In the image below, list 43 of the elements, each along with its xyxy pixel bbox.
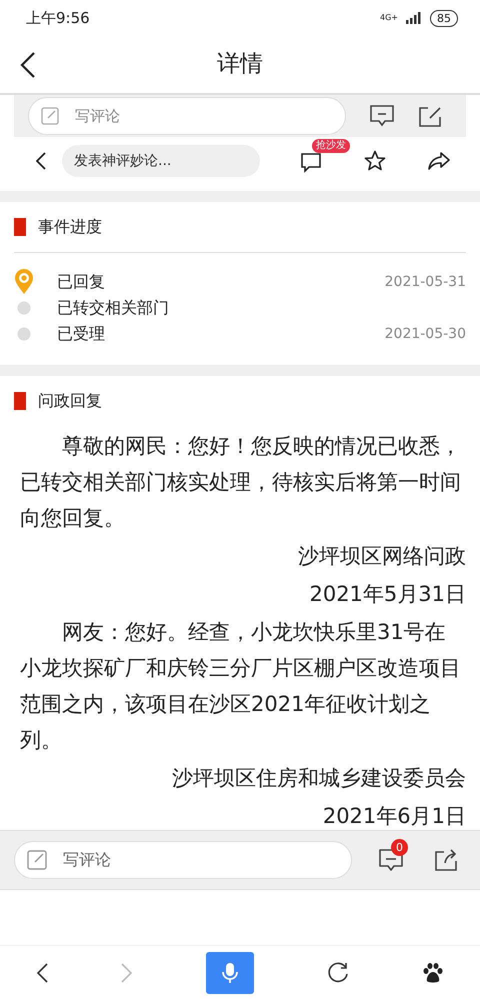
share-icon[interactable] (434, 848, 458, 872)
comment-field[interactable]: 写评论 (14, 841, 352, 879)
chevron-right-icon (121, 963, 134, 984)
reply-signature: 沙坪坝区网络问政 (297, 543, 467, 570)
reply-paragraph: 尊敬的网民：您好！您反映的情况已收悉，已转交相关部门核实处理，待核实后将第一时间向您回复。 (19, 433, 462, 532)
reply-signature: 2021年6月1日 (322, 803, 467, 830)
comment-placeholder: 写评论 (63, 849, 111, 871)
star-icon[interactable] (364, 150, 386, 172)
browser-back-button[interactable] (36, 960, 48, 984)
step-label: 已回复 (57, 271, 105, 293)
page-title: 详情 (217, 50, 263, 80)
section-marker (14, 218, 26, 236)
refresh-icon[interactable] (326, 962, 349, 984)
share-icon[interactable] (418, 104, 442, 128)
section-title: 问政回复 (38, 390, 102, 412)
step-date: 2021-05-31 (384, 272, 466, 292)
comment-icon[interactable] (300, 150, 322, 173)
comment-field[interactable]: 写评论 (28, 97, 346, 135)
section-title: 事件进度 (38, 216, 102, 238)
microphone-icon (222, 962, 238, 984)
status-time: 上午9:56 (26, 8, 90, 29)
back-icon[interactable] (36, 152, 46, 170)
sofa-badge: 抢沙发 (312, 139, 350, 153)
battery-level: 85 (430, 10, 458, 26)
edit-icon (27, 850, 47, 870)
comment-icon[interactable] (369, 104, 395, 128)
reply-signature: 沙坪坝区住房和城乡建设委员会 (171, 765, 467, 792)
voice-button[interactable] (206, 952, 254, 994)
signal-icon (406, 12, 422, 24)
comment-count-badge: 0 (391, 839, 408, 856)
step-label: 已转交相关部门 (57, 297, 169, 319)
reply-signature: 2021年5月31日 (308, 581, 467, 608)
comment-field[interactable]: 发表神评妙论... (62, 145, 260, 177)
section-marker (14, 392, 26, 410)
step-label: 已受理 (57, 323, 105, 345)
network-label: 4G+ (380, 12, 398, 24)
forward-icon[interactable] (428, 151, 450, 171)
chevron-left-icon (36, 963, 48, 984)
step-date: 2021-05-30 (384, 324, 466, 344)
paw-icon[interactable] (422, 962, 444, 984)
back-icon[interactable] (20, 52, 36, 78)
reply-paragraph: 网友：您好。经查，小龙坎快乐里31号在小龙坎探矿厂和庆铃三分厂片区棚户区改造项目范围之内，该项目在沙区2021年征收计划之列。 (19, 619, 462, 754)
edit-icon (41, 107, 59, 125)
